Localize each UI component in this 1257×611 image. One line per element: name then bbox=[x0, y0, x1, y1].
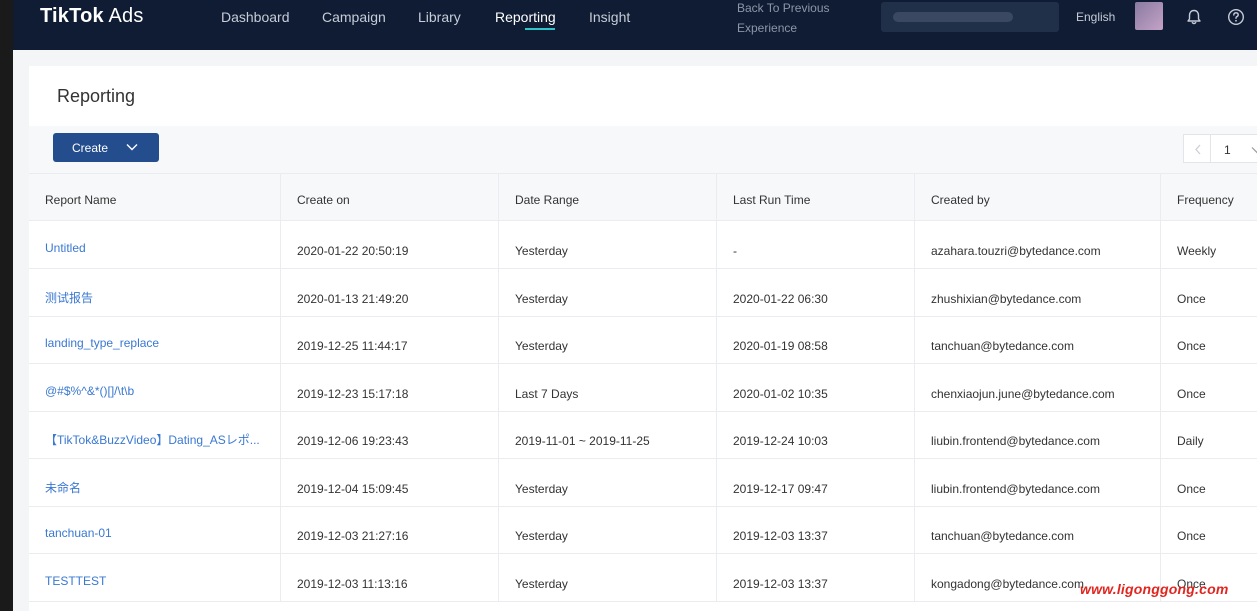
report-name-cell[interactable]: tanchuan-01 bbox=[29, 506, 281, 553]
report-name-cell[interactable]: TESTTEST bbox=[29, 553, 281, 601]
last-run-cell: 2019-12-24 10:03 bbox=[717, 411, 915, 458]
top-nav: TikTok Ads Dashboard Campaign Library Re… bbox=[13, 0, 1257, 50]
date-range-cell: Yesterday bbox=[499, 221, 717, 268]
avatar[interactable] bbox=[1135, 2, 1163, 30]
frequency-cell: Once bbox=[1177, 386, 1206, 401]
bell-icon[interactable] bbox=[1185, 8, 1203, 26]
table-row[interactable]: @#$%^&*()[]/\t\b 2019-12-23 15:17:18 Last … bbox=[29, 363, 1257, 412]
create-on-cell: 2019-12-03 11:13:16 bbox=[281, 553, 499, 601]
report-name-cell[interactable]: 未命名 bbox=[29, 458, 281, 506]
create-button[interactable]: Create bbox=[53, 133, 159, 162]
frequency-cell: Once bbox=[1177, 481, 1206, 496]
create-on-cell: 2019-12-04 15:09:45 bbox=[281, 458, 499, 506]
column-header[interactable]: Create on bbox=[281, 174, 499, 220]
last-run-cell: 2019-12-03 13:37 bbox=[717, 553, 915, 601]
created-by-cell: zhushixian@bytedance.com bbox=[915, 268, 1161, 316]
current-page: 1 bbox=[1224, 143, 1231, 157]
content-panel: Reporting Create 1 Report Name Create on… bbox=[13, 50, 1257, 611]
date-range-cell: Last 7 Days bbox=[499, 363, 717, 411]
create-on-cell: 2019-12-03 21:27:16 bbox=[281, 506, 499, 553]
chevron-left-icon bbox=[1195, 144, 1201, 155]
created-by-cell: tanchuan@bytedance.com bbox=[915, 506, 1161, 553]
page-title: Reporting bbox=[57, 86, 136, 106]
create-on-cell: 2019-12-06 19:23:43 bbox=[281, 411, 499, 458]
report-card: Reporting Create 1 Report Name Create on… bbox=[29, 66, 1257, 611]
frequency-cell: Daily bbox=[1177, 434, 1204, 448]
date-range-cell: Yesterday bbox=[499, 506, 717, 553]
nav-reporting[interactable]: Reporting bbox=[495, 9, 556, 25]
date-range-cell: 2019-11-01 ~ 2019-11-25 bbox=[499, 411, 717, 458]
pager-page-select[interactable]: 1 bbox=[1210, 134, 1257, 163]
create-button-label: Create bbox=[72, 141, 109, 155]
report-name-cell[interactable]: 【TikTok&BuzzVideo】Dating_ASレポ... bbox=[29, 411, 281, 458]
back-line-1: Back To Previous bbox=[737, 1, 830, 15]
app-frame: TikTok Ads Dashboard Campaign Library Re… bbox=[0, 0, 1257, 611]
last-run-cell: 2020-01-19 08:58 bbox=[717, 316, 915, 363]
column-header[interactable]: Date Range bbox=[499, 174, 717, 220]
help-icon[interactable] bbox=[1227, 8, 1245, 26]
last-run-cell: 2020-01-22 06:30 bbox=[717, 268, 915, 316]
frequency-cell: Weekly bbox=[1177, 244, 1217, 258]
table-row[interactable]: Untitled 2020-01-22 20:50:19 Yesterday - aza… bbox=[29, 221, 1257, 269]
toolbar: Create 1 bbox=[29, 126, 1257, 173]
table-row[interactable]: landing_type_replace 2019-12-25 11:44:17 Y… bbox=[29, 316, 1257, 364]
watermark: www.ligonggong.com bbox=[1080, 581, 1229, 597]
report-name-cell[interactable]: landing_type_replace bbox=[29, 316, 281, 363]
brand-name-light: Ads bbox=[108, 5, 144, 27]
frequency-cell: Once bbox=[1177, 339, 1206, 353]
report-name-cell[interactable]: Untitled bbox=[29, 221, 281, 268]
chevron-down-icon bbox=[126, 144, 138, 151]
created-by-cell: liubin.frontend@bytedance.com bbox=[915, 458, 1161, 506]
table-row[interactable]: 测试报告 2020-01-13 21:49:20 Yesterday 2020-01-… bbox=[29, 268, 1257, 317]
back-to-previous-link[interactable]: Back To Previous Experience bbox=[737, 0, 847, 38]
chevron-down-icon bbox=[1251, 147, 1257, 154]
column-header[interactable]: Frequency bbox=[1161, 174, 1257, 220]
date-range-cell: Yesterday bbox=[499, 553, 717, 601]
account-name-blurred bbox=[893, 12, 1013, 22]
nav-library[interactable]: Library bbox=[418, 9, 461, 25]
create-on-cell: 2019-12-23 15:17:18 bbox=[281, 363, 499, 411]
last-run-cell: - bbox=[717, 221, 915, 268]
pager-prev-button[interactable] bbox=[1183, 134, 1211, 163]
nav-active-indicator bbox=[525, 28, 555, 30]
created-by-cell: liubin.frontend@bytedance.com bbox=[915, 411, 1161, 458]
create-on-cell: 2020-01-13 21:49:20 bbox=[281, 268, 499, 316]
frequency-cell: Once bbox=[1177, 529, 1206, 543]
report-name-cell[interactable]: 测试报告 bbox=[29, 268, 281, 316]
nav-campaign[interactable]: Campaign bbox=[322, 9, 386, 25]
back-line-2: Experience bbox=[737, 21, 798, 35]
language-switch[interactable]: English bbox=[1076, 10, 1115, 24]
created-by-cell: chenxiaojun.june@bytedance.com bbox=[915, 363, 1161, 411]
date-range-cell: Yesterday bbox=[499, 458, 717, 506]
brand-name-bold: TikTok bbox=[40, 5, 104, 27]
column-header[interactable]: Last Run Time bbox=[717, 174, 915, 220]
table-row[interactable]: TESTTEST 2019-12-03 11:13:16 Yesterday 2019… bbox=[29, 553, 1257, 602]
account-selector[interactable] bbox=[881, 2, 1059, 32]
frequency-cell: Once bbox=[1177, 291, 1206, 306]
created-by-cell: azahara.touzri@bytedance.com bbox=[915, 221, 1161, 268]
report-name-cell[interactable]: @#$%^&*()[]/\t\b bbox=[29, 363, 281, 411]
create-on-cell: 2020-01-22 20:50:19 bbox=[281, 221, 499, 268]
nav-dashboard[interactable]: Dashboard bbox=[221, 9, 290, 25]
column-header[interactable]: Created by bbox=[915, 174, 1161, 220]
column-header[interactable]: Report Name bbox=[29, 174, 281, 220]
table-row[interactable]: 【TikTok&BuzzVideo】Dating_ASレポ... 2019-12-… bbox=[29, 411, 1257, 459]
table-header: Report Name Create on Date Range Last Ru… bbox=[29, 173, 1257, 221]
table-row[interactable]: tanchuan-01 2019-12-03 21:27:16 Yesterday 2… bbox=[29, 506, 1257, 554]
nav-insight[interactable]: Insight bbox=[589, 9, 630, 25]
create-on-cell: 2019-12-25 11:44:17 bbox=[281, 316, 499, 363]
created-by-cell: tanchuan@bytedance.com bbox=[915, 316, 1161, 363]
date-range-cell: Yesterday bbox=[499, 268, 717, 316]
last-run-cell: 2019-12-17 09:47 bbox=[717, 458, 915, 506]
table-row[interactable]: 未命名 2019-12-04 15:09:45 Yesterday 2019-12-1… bbox=[29, 458, 1257, 507]
date-range-cell: Yesterday bbox=[499, 316, 717, 363]
brand-logo[interactable]: TikTok Ads bbox=[40, 5, 144, 28]
last-run-cell: 2019-12-03 13:37 bbox=[717, 506, 915, 553]
last-run-cell: 2020-01-02 10:35 bbox=[717, 363, 915, 411]
